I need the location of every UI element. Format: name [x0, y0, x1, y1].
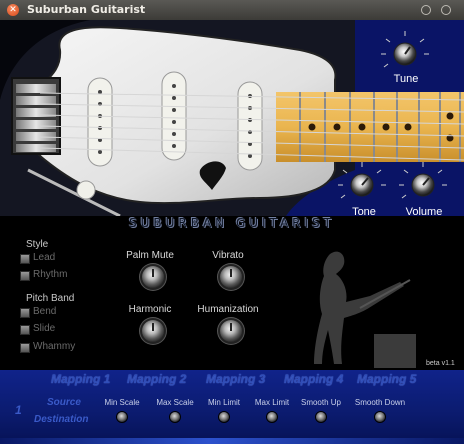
maximize-window-button[interactable]	[441, 5, 451, 15]
pitch-whammy-checkbox[interactable]	[20, 343, 30, 353]
window-title: Suburban Guitarist	[27, 3, 146, 16]
tab-mapping-1[interactable]: Mapping 1	[51, 372, 110, 386]
style-lead-label: Lead	[33, 252, 56, 263]
version-label: beta v1.1	[426, 360, 455, 367]
mapping-panel: Mapping 1 Mapping 2 Mapping 3 Mapping 4 …	[0, 370, 464, 444]
tab-mapping-5[interactable]: Mapping 5	[357, 372, 416, 386]
palm-mute-label: Palm Mute	[126, 250, 174, 261]
max-limit-label: Max Limit	[254, 398, 290, 407]
max-scale-label: Max Scale	[156, 398, 194, 407]
smooth-up-label: Smooth Up	[300, 398, 342, 407]
style-heading: Style	[26, 239, 49, 250]
pitch-band-heading: Pitch Band	[26, 293, 75, 304]
tune-knob-label: Tune	[393, 73, 419, 85]
mapping-row-number: 1	[15, 403, 22, 417]
panel-highlight	[0, 438, 464, 444]
vibrato-label: Vibrato	[212, 250, 244, 261]
harmonic-label: Harmonic	[128, 304, 172, 315]
close-window-button[interactable]: ✕	[7, 4, 19, 16]
palm-mute-knob[interactable]	[142, 266, 164, 288]
vibrato-knob[interactable]	[220, 266, 242, 288]
pitch-bend-label: Bend	[33, 306, 57, 317]
tab-mapping-4[interactable]: Mapping 4	[284, 372, 343, 386]
pitch-whammy-label: Whammy	[33, 341, 76, 352]
harmonic-knob[interactable]	[142, 320, 164, 342]
source-selector[interactable]: Source	[47, 397, 81, 408]
humanization-knob[interactable]	[220, 320, 242, 342]
pitch-slide-label: Slide	[33, 323, 56, 334]
max-limit-knob[interactable]	[267, 412, 277, 422]
minimize-window-button[interactable]	[421, 5, 431, 15]
min-limit-label: Min Limit	[207, 398, 240, 407]
smooth-down-knob[interactable]	[375, 412, 385, 422]
style-rhythm-label: Rhythm	[33, 269, 68, 280]
destination-selector[interactable]: Destination	[34, 414, 88, 425]
max-scale-knob[interactable]	[170, 412, 180, 422]
min-scale-label: Min Scale	[104, 398, 140, 407]
style-lead-checkbox[interactable]	[20, 254, 30, 264]
pitch-bend-checkbox[interactable]	[20, 308, 30, 318]
guitarist-silhouette	[314, 251, 416, 368]
min-scale-knob[interactable]	[117, 412, 127, 422]
app-window: ✕ Suburban Guitarist Tune Tone Volume SU…	[0, 0, 464, 444]
smooth-up-knob[interactable]	[316, 412, 326, 422]
min-limit-knob[interactable]	[219, 412, 229, 422]
tab-mapping-2[interactable]: Mapping 2	[127, 372, 186, 386]
title-bar: ✕ Suburban Guitarist	[0, 0, 464, 20]
control-panel: Style Lead Rhythm Pitch Band Bend Slide …	[0, 234, 464, 370]
style-rhythm-checkbox[interactable]	[20, 271, 30, 281]
smooth-down-label: Smooth Down	[354, 398, 406, 407]
tab-mapping-3[interactable]: Mapping 3	[206, 372, 265, 386]
pitch-slide-checkbox[interactable]	[20, 325, 30, 335]
product-logo: SUBURBAN GUITARIST	[128, 216, 336, 230]
humanization-label: Humanization	[197, 304, 259, 315]
